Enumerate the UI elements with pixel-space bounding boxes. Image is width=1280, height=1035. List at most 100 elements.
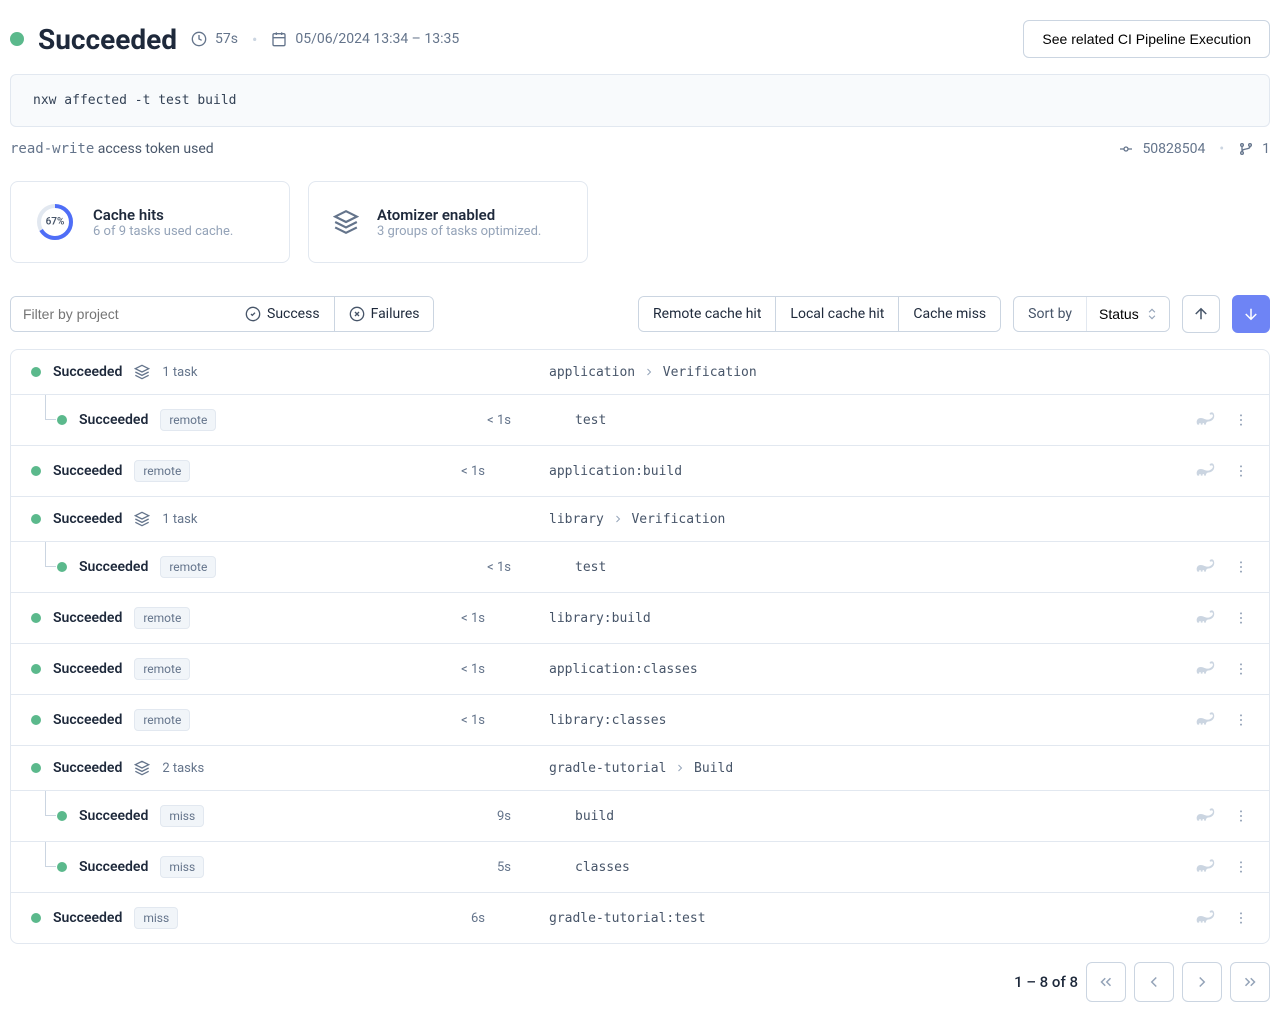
first-page-button[interactable] (1086, 962, 1126, 1002)
success-filter[interactable]: Success (231, 297, 335, 331)
commit-hash: 50828504 (1142, 141, 1205, 157)
task-row[interactable]: Succeeded1 tasklibrary Verification (11, 497, 1269, 542)
task-row[interactable]: Succeededremote< 1slibrary:build (11, 593, 1269, 644)
cache-badge: remote (134, 460, 190, 482)
task-row[interactable]: Succeededremote< 1slibrary:classes (11, 695, 1269, 746)
task-count: 1 task (162, 512, 197, 527)
meta-sep: • (252, 30, 257, 49)
status-dot (31, 613, 41, 623)
task-row[interactable]: Succeededremote< 1sapplication:classes (11, 644, 1269, 695)
task-name: library Verification (549, 512, 1249, 527)
cache-badge: miss (160, 805, 204, 827)
sort-asc-button[interactable] (1182, 295, 1220, 333)
sort-select[interactable]: Status (1086, 297, 1169, 331)
task-status: Succeeded (53, 610, 122, 626)
more-vertical-icon[interactable] (1233, 910, 1249, 926)
row-actions (1195, 410, 1249, 430)
task-row[interactable]: Succeededremote< 1sapplication:build (11, 446, 1269, 497)
task-status: Succeeded (79, 559, 148, 575)
sort-by-label: Sort by (1014, 297, 1086, 331)
token-mode: read-write (10, 141, 94, 157)
task-name: test (575, 413, 1181, 428)
cache-sub: 6 of 9 tasks used cache. (93, 224, 233, 239)
task-duration: < 1s (425, 662, 485, 677)
more-vertical-icon[interactable] (1233, 610, 1249, 626)
failures-label: Failures (371, 306, 420, 322)
task-row[interactable]: Succeeded2 tasksgradle-tutorial Build (11, 746, 1269, 791)
sort-desc-button[interactable] (1232, 295, 1270, 333)
task-name: application Verification (549, 365, 1249, 380)
local-cache-filter[interactable]: Local cache hit (776, 297, 899, 331)
task-name: classes (575, 860, 1181, 875)
duration-text: 57s (215, 31, 238, 47)
status-dot (31, 763, 41, 773)
task-duration: 9s (451, 809, 511, 824)
status-dot (31, 514, 41, 524)
meta-date: 05/06/2024 13:34 – 13:35 (271, 31, 459, 47)
cache-hits-card[interactable]: 67% Cache hits 6 of 9 tasks used cache. (10, 181, 290, 263)
atomizer-card[interactable]: Atomizer enabled 3 groups of tasks optim… (308, 181, 588, 263)
cache-badge: miss (160, 856, 204, 878)
token-info: read-write access token used (10, 141, 214, 157)
x-circle-icon (349, 306, 365, 322)
status-dot (57, 562, 67, 572)
row-actions (1195, 659, 1249, 679)
layers-icon (134, 511, 150, 527)
failures-filter[interactable]: Failures (335, 297, 434, 331)
cache-miss-filter[interactable]: Cache miss (899, 297, 1000, 331)
more-vertical-icon[interactable] (1233, 712, 1249, 728)
task-row[interactable]: Succeededmiss9sbuild (11, 791, 1269, 842)
status-dot (31, 913, 41, 923)
more-vertical-icon[interactable] (1233, 808, 1249, 824)
gradle-icon (1195, 410, 1215, 426)
task-row[interactable]: Succeeded miss 5s classes (11, 842, 1269, 893)
last-page-button[interactable] (1230, 962, 1270, 1002)
status-dot (57, 415, 67, 425)
task-status: Succeeded (79, 412, 148, 428)
branch-icon (1238, 141, 1254, 157)
more-vertical-icon[interactable] (1233, 661, 1249, 677)
cache-badge: remote (134, 658, 190, 680)
sort-group: Sort by Status (1013, 296, 1170, 332)
cache-filter-group: Remote cache hit Local cache hit Cache m… (638, 296, 1001, 332)
cache-badge: remote (134, 607, 190, 629)
filter-input[interactable] (11, 297, 231, 331)
chevron-left-icon (1145, 973, 1163, 991)
command-box: nxw affected -t test build (10, 74, 1270, 127)
task-duration: 5s (451, 860, 511, 875)
task-status: Succeeded (79, 859, 148, 875)
page-title: Succeeded (38, 23, 177, 56)
status-dot (57, 811, 67, 821)
atomizer-title: Atomizer enabled (377, 206, 541, 224)
branch-ref[interactable]: 1 (1238, 141, 1270, 157)
more-vertical-icon[interactable] (1233, 859, 1249, 875)
cache-badge: remote (160, 409, 216, 431)
next-page-button[interactable] (1182, 962, 1222, 1002)
row-actions (1195, 710, 1249, 730)
row-actions (1195, 806, 1249, 826)
status-dot (31, 367, 41, 377)
task-row[interactable]: Succeeded1 taskapplication Verification (11, 350, 1269, 395)
gradle-icon (1195, 857, 1215, 873)
cache-badge: miss (134, 907, 178, 929)
commit-ref[interactable]: 50828504 (1118, 141, 1205, 157)
row-actions (1195, 857, 1249, 877)
task-name: application:classes (549, 662, 1181, 677)
more-vertical-icon[interactable] (1233, 412, 1249, 428)
cache-title: Cache hits (93, 206, 233, 224)
status-dot (57, 862, 67, 872)
chevron-right-icon (612, 513, 624, 525)
more-vertical-icon[interactable] (1233, 463, 1249, 479)
gradle-badge (1195, 908, 1215, 928)
task-row[interactable]: Succeededmiss6sgradle-tutorial:test (11, 893, 1269, 943)
gradle-icon (1195, 557, 1215, 573)
remote-cache-filter[interactable]: Remote cache hit (639, 297, 776, 331)
ci-pipeline-button[interactable]: See related CI Pipeline Execution (1023, 20, 1270, 58)
task-row[interactable]: Succeededremote< 1stest (11, 542, 1269, 593)
prev-page-button[interactable] (1134, 962, 1174, 1002)
more-vertical-icon[interactable] (1233, 559, 1249, 575)
task-list: Succeeded1 taskapplication VerificationS… (10, 349, 1270, 944)
task-row[interactable]: Succeededremote< 1stest (11, 395, 1269, 446)
task-name: gradle-tutorial:test (549, 911, 1181, 926)
layers-icon (333, 209, 359, 235)
